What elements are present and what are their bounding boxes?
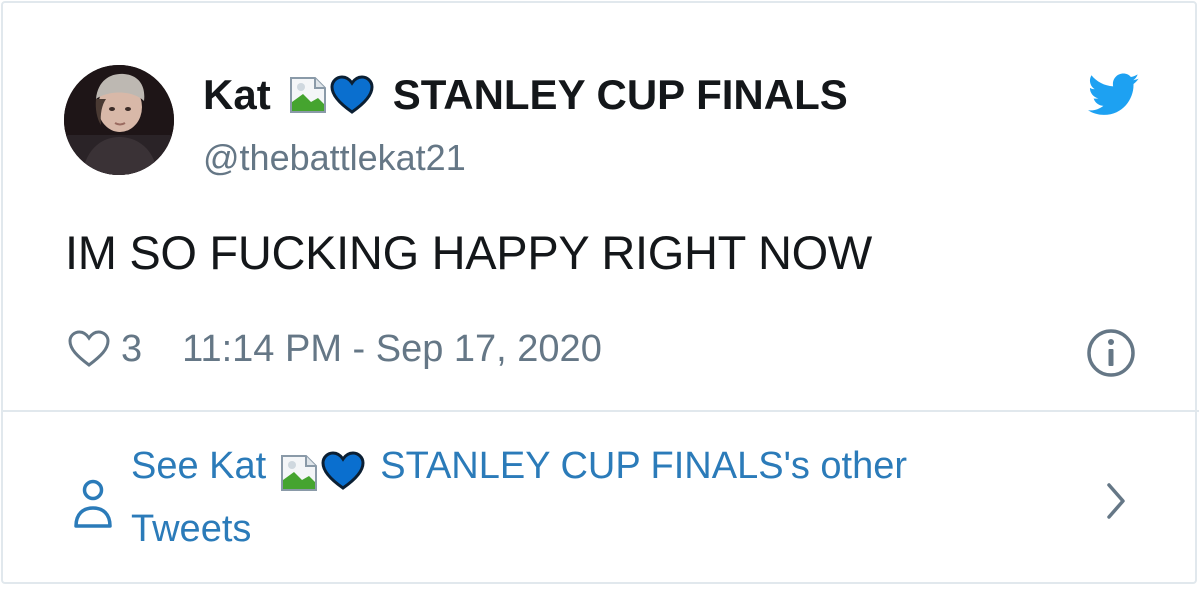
blue-heart-icon — [329, 75, 375, 115]
blue-heart-icon — [320, 448, 366, 490]
info-icon[interactable] — [1085, 327, 1137, 379]
chevron-right-icon[interactable] — [1101, 477, 1131, 525]
heart-like-icon[interactable] — [67, 329, 111, 369]
author-handle[interactable]: @thebattlekat21 — [203, 137, 466, 179]
footer-link-suffix: STANLEY CUP FINALS's other — [380, 445, 908, 487]
person-icon — [74, 479, 112, 528]
avatar[interactable] — [64, 65, 174, 175]
divider — [3, 410, 1199, 412]
footer-link-prefix: See Kat — [131, 445, 267, 487]
like-count[interactable]: 3 — [121, 328, 142, 371]
tweet-timestamp[interactable]: 11:14 PM - Sep 17, 2020 — [182, 328, 602, 371]
tweet-text: IM SO FUCKING HAPPY RIGHT NOW — [65, 226, 872, 279]
footer-link-line2: Tweets — [131, 508, 252, 550]
profile-photo-icon — [64, 65, 174, 175]
tweet-card: Kat STANLEY CUP FINALS @thebattlekat21 I… — [1, 1, 1199, 584]
author-name[interactable]: Kat STANLEY CUP FINALS — [203, 67, 848, 123]
twitter-bird-icon[interactable] — [1088, 73, 1140, 117]
author-name-suffix: STANLEY CUP FINALS — [392, 71, 848, 118]
see-other-tweets-link[interactable]: See Kat STANLEY CUP FINALS's other Tweet… — [131, 435, 1061, 561]
author-name-prefix: Kat — [203, 71, 271, 118]
broken-image-icon — [289, 76, 327, 114]
broken-image-icon — [280, 449, 318, 491]
tweet-meta: 3 11:14 PM - Sep 17, 2020 — [67, 321, 602, 377]
